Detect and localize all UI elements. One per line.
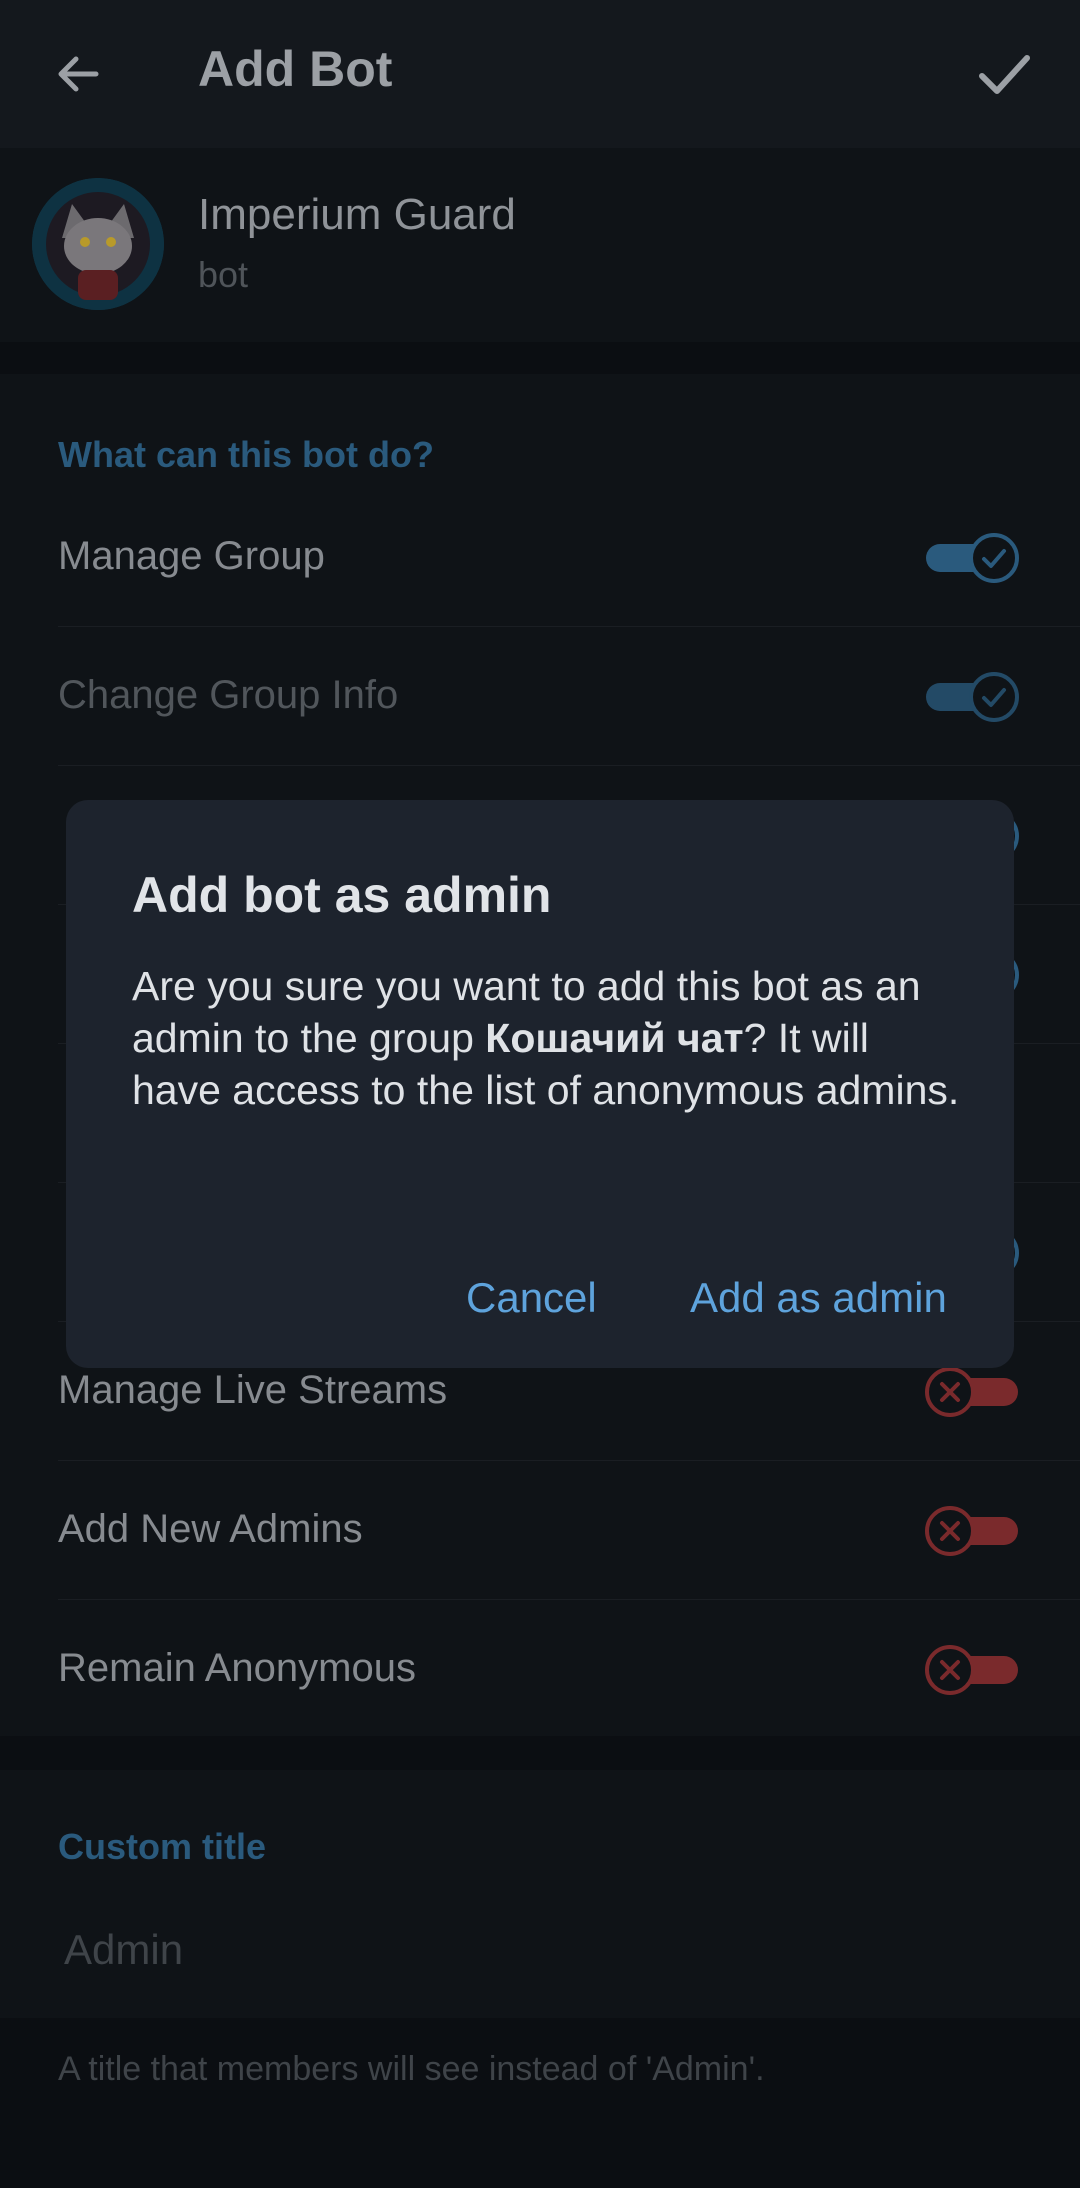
permission-label: Change Group Info bbox=[58, 673, 399, 717]
bot-profile: Imperium Guard bot bbox=[0, 148, 1080, 342]
custom-title-hint: A title that members will see instead of… bbox=[58, 2050, 765, 2088]
permission-row-add-new-admins[interactable]: Add New Admins bbox=[0, 1461, 1080, 1600]
page-title: Add Bot bbox=[198, 41, 393, 97]
permission-row-change-group-info[interactable]: Change Group Info bbox=[0, 627, 1080, 766]
permission-row-remain-anonymous[interactable]: Remain Anonymous bbox=[0, 1600, 1080, 1739]
toggle-off-icon[interactable] bbox=[924, 1366, 1020, 1418]
confirm-dialog: Add bot as admin Are you sure you want t… bbox=[66, 800, 1014, 1368]
bot-subtitle: bot bbox=[198, 254, 249, 295]
group-name: Кошачий чат bbox=[485, 1015, 744, 1061]
toggle-on-icon[interactable] bbox=[924, 532, 1020, 584]
app-bar: Add Bot bbox=[0, 0, 1080, 148]
permissions-header: What can this bot do? bbox=[58, 434, 434, 475]
custom-title-header: Custom title bbox=[58, 1826, 267, 1867]
toggle-on-icon[interactable] bbox=[924, 671, 1020, 723]
bot-avatar bbox=[32, 178, 164, 310]
back-arrow-icon[interactable] bbox=[48, 44, 108, 104]
dialog-message: Are you sure you want to add this bot as… bbox=[132, 963, 960, 1113]
toggle-off-icon[interactable] bbox=[924, 1644, 1020, 1696]
permission-label: Remain Anonymous bbox=[58, 1646, 416, 1690]
cancel-button[interactable]: Cancel bbox=[466, 1274, 597, 1322]
bot-name: Imperium Guard bbox=[198, 190, 516, 239]
permission-row-manage-group[interactable]: Manage Group bbox=[0, 488, 1080, 627]
toggle-off-icon[interactable] bbox=[924, 1505, 1020, 1557]
add-as-admin-button[interactable]: Add as admin bbox=[690, 1274, 947, 1322]
permission-label: Manage Live Streams bbox=[58, 1368, 448, 1412]
checkmark-icon[interactable] bbox=[972, 42, 1036, 106]
permission-label: Add New Admins bbox=[58, 1507, 363, 1551]
dialog-title: Add bot as admin bbox=[132, 867, 552, 923]
custom-title-section: Custom title Admin bbox=[0, 1770, 1080, 2018]
custom-title-input[interactable]: Admin bbox=[64, 1926, 183, 1974]
permission-label: Manage Group bbox=[58, 534, 325, 578]
